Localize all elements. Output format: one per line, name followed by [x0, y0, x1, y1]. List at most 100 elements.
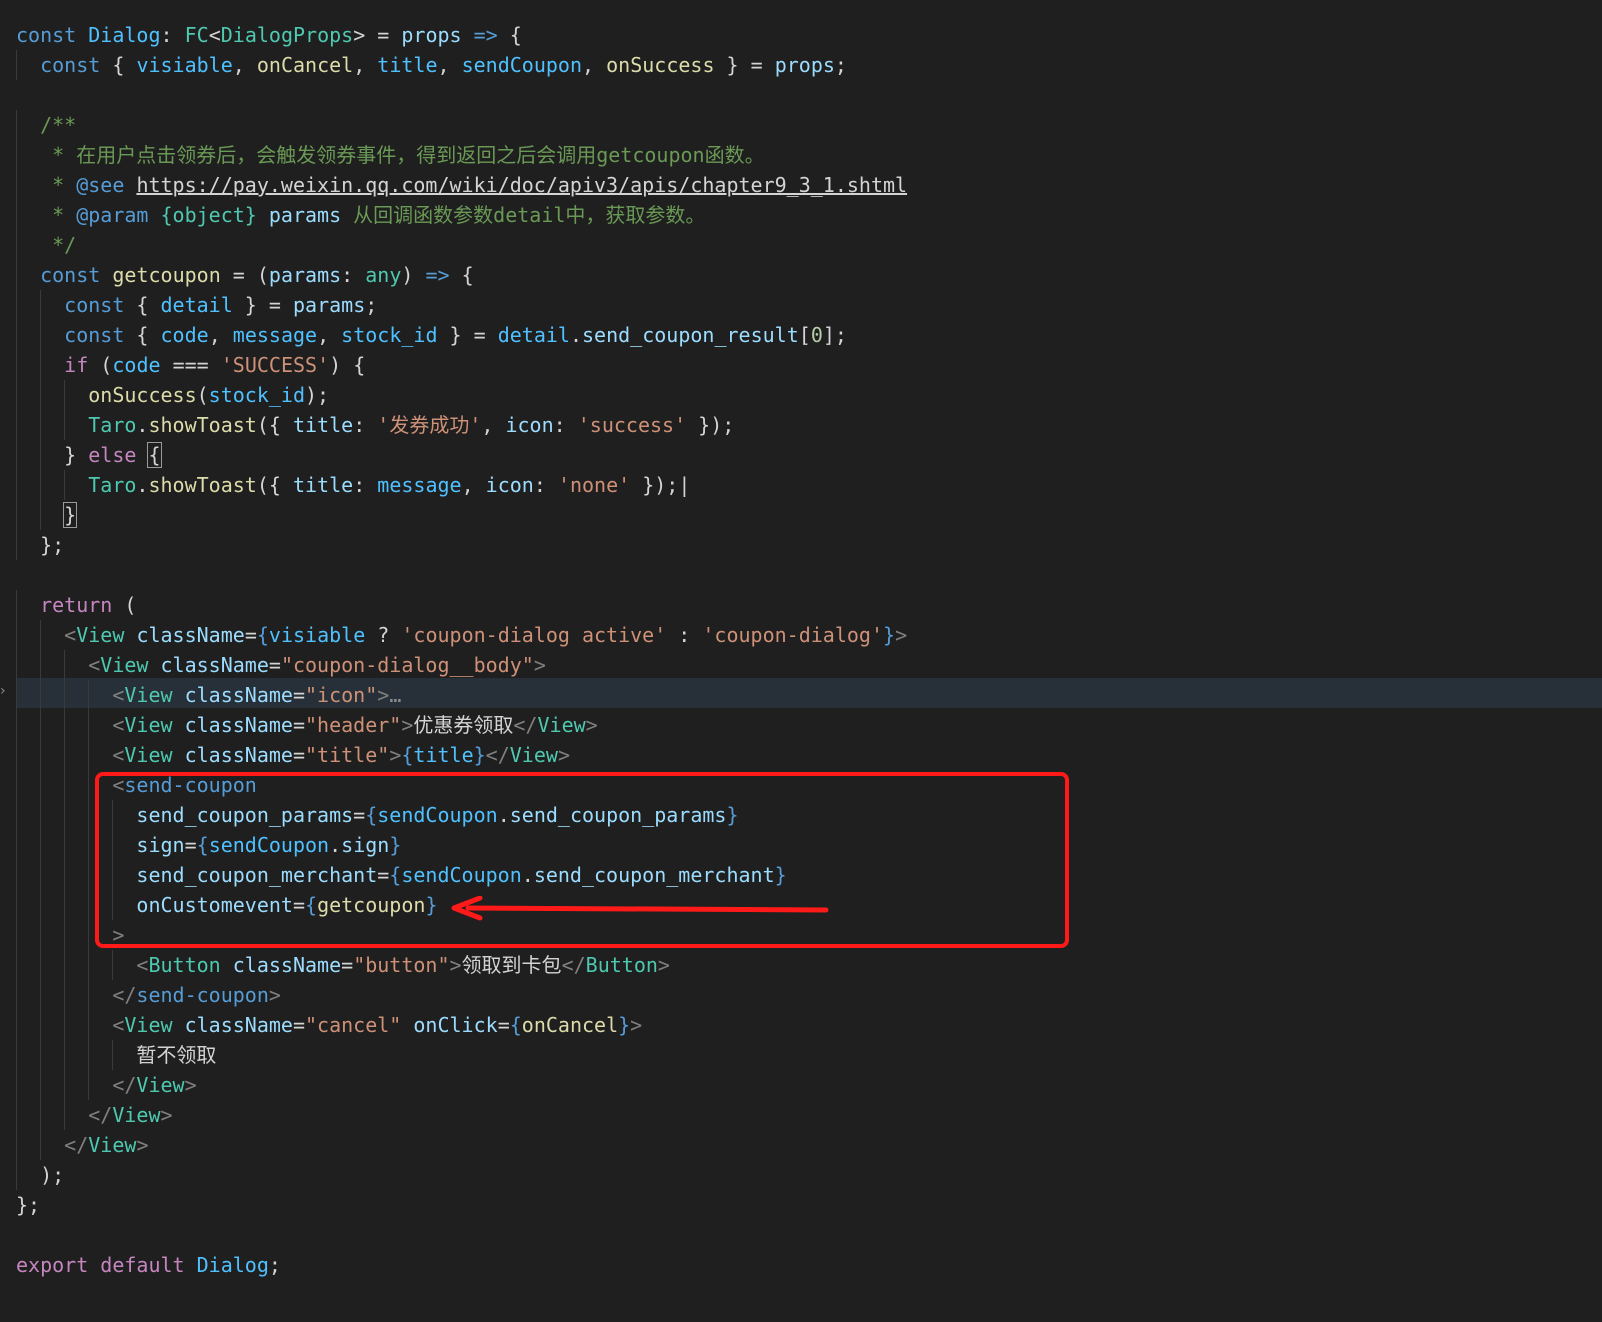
code-token: 'none': [557, 473, 631, 497]
code-token: @param: [76, 203, 149, 227]
code-token: {object}: [160, 203, 257, 227]
code-token: >: [557, 743, 570, 767]
code-token: ,: [317, 323, 342, 347]
code-line[interactable]: 暂不领取: [16, 1040, 1596, 1070]
code-token: …: [389, 683, 402, 707]
code-token: =: [292, 743, 306, 767]
code-line[interactable]: const getcoupon = (params: any) => {: [16, 260, 1596, 290]
code-line[interactable]: <View className="title">{title}</View>: [16, 740, 1596, 770]
code-token: ];: [822, 323, 847, 347]
code-line[interactable]: };: [16, 1190, 1596, 1220]
code-token: stock_id: [208, 383, 305, 407]
code-line[interactable]: * @param {object} params 从回调函数参数detail中，…: [16, 200, 1596, 230]
code-token: const: [64, 323, 125, 347]
code-token: {: [147, 442, 162, 468]
code-token: } =: [437, 323, 498, 347]
code-token: if: [64, 353, 89, 377]
code-token: :: [353, 473, 378, 497]
code-token: View: [537, 713, 586, 737]
code-token: onClick: [413, 1013, 498, 1037]
code-token: View: [124, 713, 173, 737]
code-token: }: [473, 743, 486, 767]
code-editor[interactable]: › const Dialog: FC<DialogProps> = props …: [0, 0, 1602, 1322]
code-line[interactable]: </View>: [16, 1070, 1596, 1100]
code-token: message: [232, 323, 318, 347]
code-token: }: [63, 502, 78, 528]
code-token: >: [401, 713, 414, 737]
code-line[interactable]: <View className="header">优惠券领取</View>: [16, 710, 1596, 740]
code-token: ===: [160, 353, 221, 377]
code-token: params: [268, 263, 342, 287]
code-token: <: [112, 683, 125, 707]
code-token: <: [208, 23, 221, 47]
code-line[interactable]: <View className={visiable ? 'coupon-dial…: [16, 620, 1596, 650]
code-line[interactable]: <Button className="button">领取到卡包</Button…: [16, 950, 1596, 980]
code-token: </: [64, 1133, 89, 1157]
code-token: showToast: [148, 473, 257, 497]
code-token: =: [292, 683, 306, 707]
code-line[interactable]: */: [16, 230, 1596, 260]
code-token: };: [40, 533, 65, 557]
code-line[interactable]: const { detail } = params;: [16, 290, 1596, 320]
code-line[interactable]: </send-coupon>: [16, 980, 1596, 1010]
code-line[interactable]: onSuccess(stock_id);: [16, 380, 1596, 410]
code-line[interactable]: <View className="icon">…: [16, 680, 1596, 710]
code-line[interactable]: [16, 80, 1596, 110]
code-line[interactable]: </View>: [16, 1100, 1596, 1130]
code-token: >: [585, 713, 598, 737]
code-line[interactable]: [16, 1220, 1596, 1250]
code-token: props: [401, 23, 462, 47]
code-line[interactable]: * 在用户点击领券后，会触发领券事件，得到返回之后会调用getcoupon函数。: [16, 140, 1596, 170]
code-line[interactable]: const Dialog: FC<DialogProps> = props =>…: [16, 20, 1596, 50]
code-token: (: [112, 593, 137, 617]
code-token: });: [686, 413, 735, 437]
code-line[interactable]: <View className="cancel" onClick={onCanc…: [16, 1010, 1596, 1040]
code-line[interactable]: );: [16, 1160, 1596, 1190]
code-token: @see: [76, 173, 125, 197]
code-token: send-coupon: [136, 983, 269, 1007]
code-token: "cancel": [305, 1013, 402, 1037]
code-line[interactable]: if (code === 'SUCCESS') {: [16, 350, 1596, 380]
code-line[interactable]: const { visiable, onCancel, title, sendC…: [16, 50, 1596, 80]
code-line[interactable]: Taro.showToast({ title: message, icon: '…: [16, 470, 1596, 500]
code-line[interactable]: [16, 560, 1596, 590]
code-line[interactable]: const { code, message, stock_id } = deta…: [16, 320, 1596, 350]
code-token: <: [112, 743, 125, 767]
code-line[interactable]: export default Dialog;: [16, 1250, 1596, 1280]
code-line[interactable]: * @see https://pay.weixin.qq.com/wiki/do…: [16, 170, 1596, 200]
code-token: title: [413, 743, 474, 767]
code-line[interactable]: </View>: [16, 1130, 1596, 1160]
code-token: className: [184, 713, 293, 737]
code-line[interactable]: } else {: [16, 440, 1596, 470]
code-token: className: [184, 683, 293, 707]
code-line[interactable]: return (: [16, 590, 1596, 620]
code-line[interactable]: }: [16, 500, 1596, 530]
code-token: =: [268, 653, 281, 677]
code-token: "coupon-dialog__body": [280, 653, 534, 677]
code-token: } =: [714, 53, 775, 77]
code-token: 'success': [577, 413, 687, 437]
code-line[interactable]: /**: [16, 110, 1596, 140]
fold-chevron-icon[interactable]: ›: [0, 683, 6, 699]
code-line[interactable]: };: [16, 530, 1596, 560]
code-line[interactable]: Taro.showToast({ title: '发券成功', icon: 's…: [16, 410, 1596, 440]
code-line[interactable]: <View className="coupon-dialog__body">: [16, 650, 1596, 680]
code-token: }: [883, 623, 896, 647]
code-token: View: [76, 623, 125, 647]
code-token: const: [40, 53, 101, 77]
code-token: code: [160, 323, 209, 347]
